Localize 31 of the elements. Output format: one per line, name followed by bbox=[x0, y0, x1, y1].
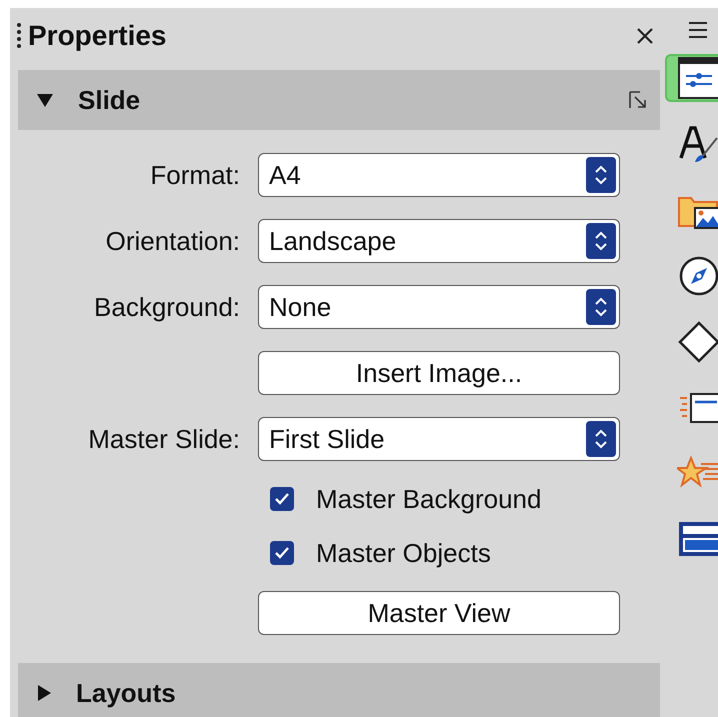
section-header[interactable]: Layouts bbox=[18, 663, 660, 717]
field-label: Master Slide: bbox=[87, 424, 240, 454]
close-icon[interactable] bbox=[635, 26, 655, 46]
action-button[interactable]: Master View bbox=[258, 591, 620, 635]
section-header[interactable]: Slide bbox=[18, 70, 660, 130]
grip-icon bbox=[16, 22, 22, 50]
compass-icon bbox=[677, 254, 718, 298]
checkbox[interactable] bbox=[270, 541, 294, 565]
dropdown[interactable]: Landscape bbox=[258, 219, 620, 263]
checkbox-label: Master Background bbox=[316, 484, 542, 514]
dropdown[interactable]: None bbox=[258, 285, 620, 329]
spinner-icon bbox=[594, 427, 608, 451]
checkbox[interactable] bbox=[270, 487, 294, 511]
field-label: Background: bbox=[93, 292, 240, 322]
spinner-icon bbox=[594, 229, 608, 253]
more-options-icon bbox=[628, 90, 648, 110]
dropdown[interactable]: First Slide bbox=[258, 417, 620, 461]
spinner-icon bbox=[594, 295, 608, 319]
field-label: Format: bbox=[149, 160, 240, 190]
action-button[interactable]: Insert Image... bbox=[258, 351, 620, 395]
spinner-icon bbox=[594, 163, 608, 187]
panel-title: Properties bbox=[28, 20, 168, 52]
diamond-icon bbox=[677, 320, 718, 364]
check-icon bbox=[274, 492, 290, 506]
dropdown[interactable]: A4 bbox=[258, 153, 620, 197]
sliders-icon bbox=[677, 56, 718, 100]
field-label: Orientation: bbox=[104, 226, 240, 256]
menu-icon[interactable] bbox=[687, 20, 709, 40]
checkbox-label: Master Objects bbox=[316, 538, 491, 568]
sidebar-tab[interactable] bbox=[665, 54, 718, 102]
check-icon bbox=[274, 546, 290, 560]
